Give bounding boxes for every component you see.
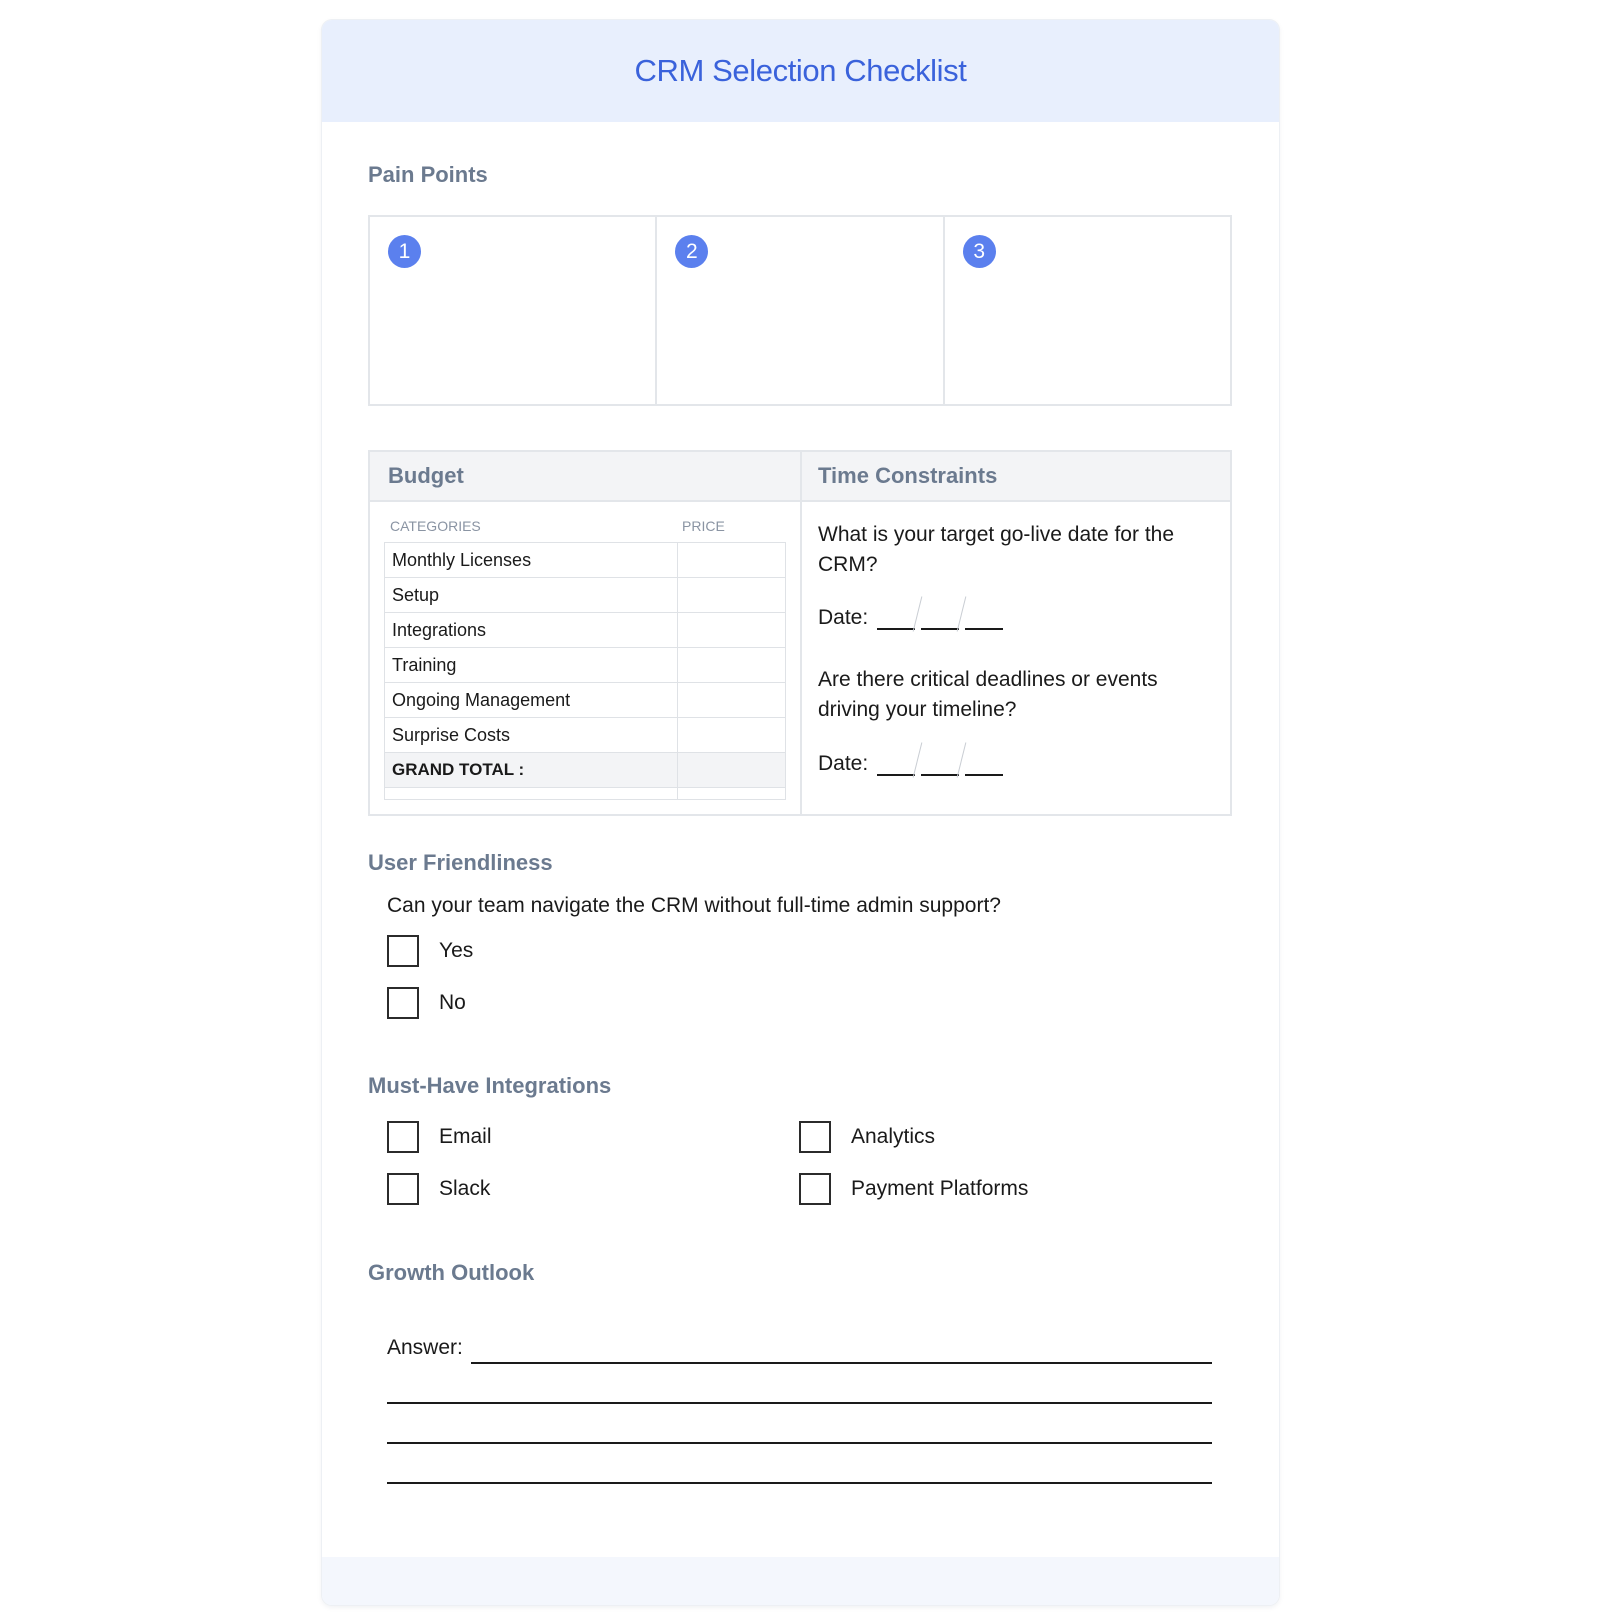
categories-header: CATEGORIES [390,518,481,534]
deadline-question: Are there critical deadlines or events d… [818,668,1158,721]
budget-time-box: Budget Time Constraints CATEGORIES PRICE… [368,450,1232,816]
price-cell[interactable] [677,577,786,613]
grand-total-label: GRAND TOTAL : [384,752,678,788]
page-title: CRM Selection Checklist [634,53,967,88]
date-separator [960,744,964,776]
deadline-date-field[interactable]: Date: [818,744,1004,776]
checkbox[interactable] [799,1121,831,1153]
price-cell[interactable] [677,647,786,683]
date-label: Date: [818,752,869,775]
budget-title: Budget [388,463,464,488]
pain-point-cell[interactable]: 1 [370,217,658,404]
date-day-blank[interactable] [921,752,960,776]
golive-question: What is your target go-live date for the… [818,523,1175,576]
grand-total-row: GRAND TOTAL : [384,752,786,788]
checkbox[interactable] [387,1173,419,1205]
card-header: CRM Selection Checklist [322,20,1279,122]
date-month-blank[interactable] [877,752,916,776]
date-day-blank[interactable] [921,606,960,630]
category-cell: Ongoing Management [384,682,678,718]
category-cell: Setup [384,577,678,613]
pain-point-cell[interactable]: 2 [657,217,945,404]
pain-point-cell[interactable]: 3 [945,217,1230,404]
option-no[interactable]: No [387,987,466,1019]
user-friendliness-title: User Friendliness [368,850,553,875]
category-cell: Integrations [384,612,678,648]
checkbox-label: Slack [439,1177,491,1200]
price-cell[interactable] [677,542,786,578]
checkbox[interactable] [799,1173,831,1205]
date-label: Date: [818,606,869,629]
date-separator [916,598,920,630]
price-cell[interactable] [677,717,786,753]
integration-email[interactable]: Email [387,1121,492,1153]
date-separator [960,598,964,630]
table-row: Integrations [384,612,786,648]
category-cell: Monthly Licenses [384,542,678,578]
date-year-blank[interactable] [965,606,1004,630]
checklist-card: CRM Selection Checklist Pain Points 1 2 … [322,20,1279,1605]
pain-points-title: Pain Points [368,162,488,187]
category-cell: Training [384,647,678,683]
date-separator [916,744,920,776]
budget-table: Monthly Licenses Setup Integrations Trai… [384,542,786,800]
category-cell: Surprise Costs [384,717,678,753]
golive-date-field[interactable]: Date: [818,598,1004,630]
table-spacer-row [384,787,786,800]
integrations-title: Must-Have Integrations [368,1073,612,1098]
pain-points-grid: 1 2 3 [368,215,1232,406]
table-row: Setup [384,577,786,613]
budget-column-headers: CATEGORIES PRICE [384,516,786,538]
checkbox-label: No [439,991,466,1014]
card-footer [322,1557,1279,1605]
answer-label: Answer: [387,1336,463,1359]
grand-total-price-cell[interactable] [677,752,786,788]
budget-area: CATEGORIES PRICE Monthly Licenses Setup … [384,516,786,800]
table-row: Monthly Licenses [384,542,786,578]
date-year-blank[interactable] [965,752,1004,776]
checkbox-label: Payment Platforms [851,1177,1029,1200]
option-yes[interactable]: Yes [387,935,473,967]
checkbox-label: Yes [439,939,474,962]
table-row: Ongoing Management [384,682,786,718]
answer-line[interactable] [471,1362,1212,1364]
spacer-cell [384,787,678,800]
checkbox-label: Analytics [851,1125,936,1148]
column-divider [800,452,802,814]
integration-payment-platforms[interactable]: Payment Platforms [799,1173,1028,1205]
checkbox-label: Email [439,1125,492,1148]
date-month-blank[interactable] [877,606,916,630]
number-badge-1: 1 [388,235,421,268]
answer-line[interactable] [387,1442,1212,1444]
integration-slack[interactable]: Slack [387,1173,490,1205]
answer-line[interactable] [387,1482,1212,1484]
time-constraints-title: Time Constraints [818,463,998,488]
growth-outlook-title: Growth Outlook [368,1260,535,1285]
integration-analytics[interactable]: Analytics [799,1121,935,1153]
checkbox[interactable] [387,1121,419,1153]
checkbox[interactable] [387,935,419,967]
table-row: Surprise Costs [384,717,786,753]
number-badge-3: 3 [962,235,996,268]
number-badge-2: 2 [675,235,709,268]
checkbox[interactable] [387,987,419,1019]
price-cell[interactable] [677,612,786,648]
answer-line[interactable] [387,1402,1212,1404]
spacer-cell [677,787,786,800]
price-cell[interactable] [677,682,786,718]
price-header: PRICE [682,518,725,534]
table-row: Training [384,647,786,683]
user-friendliness-question: Can your team navigate the CRM without f… [387,894,1001,917]
